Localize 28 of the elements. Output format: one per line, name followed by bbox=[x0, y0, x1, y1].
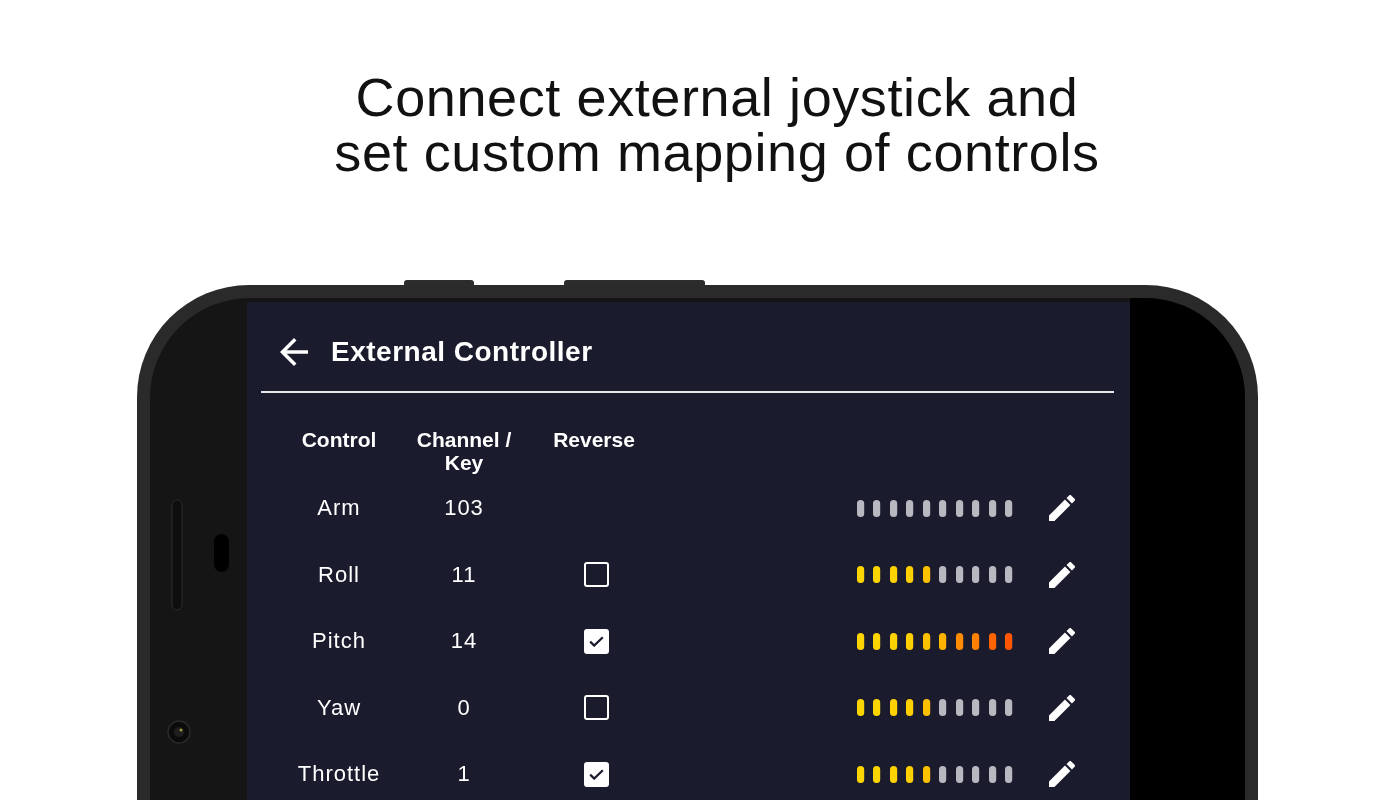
edit-icon[interactable] bbox=[1049, 628, 1075, 655]
control-name: Roll bbox=[318, 561, 360, 588]
back-arrow-icon[interactable] bbox=[280, 337, 308, 366]
control-name: Throttle bbox=[297, 761, 381, 788]
tick-icon bbox=[588, 635, 604, 647]
checkbox[interactable] bbox=[583, 628, 609, 654]
channel-value: 103 bbox=[444, 495, 484, 522]
control-name: Arm bbox=[317, 495, 361, 522]
camera-icon bbox=[167, 720, 191, 744]
edit-icon[interactable] bbox=[1049, 495, 1075, 522]
control-name: Pitch bbox=[312, 628, 366, 655]
screen-title: External Controller bbox=[331, 335, 593, 368]
edit-icon[interactable] bbox=[1049, 561, 1075, 588]
edit-icon[interactable] bbox=[1049, 761, 1075, 788]
channel-value: 1 bbox=[457, 761, 471, 788]
control-name: Yaw bbox=[316, 694, 362, 721]
channel-value: 14 bbox=[450, 628, 478, 655]
checkbox[interactable] bbox=[583, 562, 609, 588]
headline: Connect external joystick and set custom mapping of controls bbox=[334, 70, 1100, 180]
checkbox[interactable] bbox=[583, 695, 609, 721]
column-header: Control bbox=[301, 428, 377, 451]
channel-value: 0 bbox=[457, 694, 471, 721]
checkbox[interactable] bbox=[583, 761, 609, 787]
tick-icon bbox=[588, 768, 604, 780]
column-header: Reverse bbox=[553, 428, 635, 451]
channel-value: 11 bbox=[451, 561, 477, 588]
edit-icon[interactable] bbox=[1049, 694, 1075, 721]
column-header: Channel / Key bbox=[415, 428, 513, 474]
